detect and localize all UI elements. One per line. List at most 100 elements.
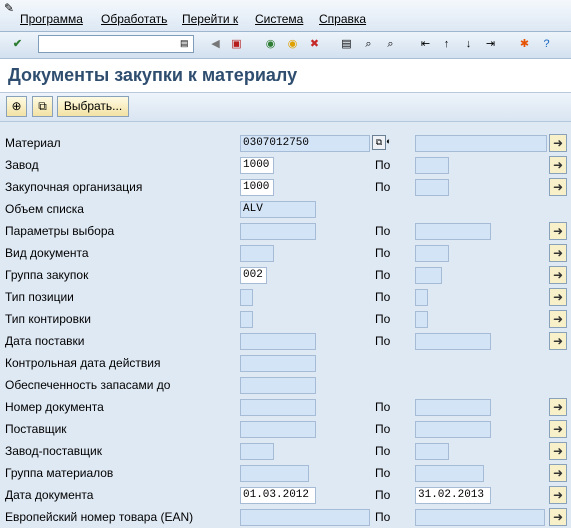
to-label: По (375, 422, 391, 436)
ean-to-input[interactable] (415, 509, 545, 526)
to-label: По (375, 180, 391, 194)
delivery-date-multi-select-arrow-icon[interactable]: ➜ (549, 332, 567, 350)
row-key-date: Контрольная дата действия (0, 352, 571, 374)
material-group-to-input[interactable] (415, 465, 484, 482)
command-field[interactable] (38, 35, 194, 53)
delivery-date-from-input[interactable] (240, 333, 316, 350)
supplying-plant-from-input[interactable] (240, 443, 274, 460)
select-button[interactable]: Выбрать... (57, 96, 129, 117)
item-category-multi-select-arrow-icon[interactable]: ➜ (549, 288, 567, 306)
ean-from-input[interactable] (240, 509, 370, 526)
field-label: Поставщик (5, 422, 67, 436)
field-label: Контрольная дата действия (5, 356, 161, 370)
account-assignment-from-input[interactable] (240, 311, 253, 328)
purch-group-multi-select-arrow-icon[interactable]: ➜ (549, 266, 567, 284)
match-tail-icon: ◐ (386, 136, 392, 146)
print-icon[interactable]: ▤ (338, 36, 355, 53)
purch-org-multi-select-arrow-icon[interactable]: ➜ (549, 178, 567, 196)
doc-type-from-input[interactable] (240, 245, 274, 262)
field-label: Тип позиции (5, 290, 74, 304)
row-delivery-date: Дата поставки По ➜ (0, 330, 571, 352)
ean-multi-select-arrow-icon[interactable]: ➜ (549, 508, 567, 526)
next-page-icon[interactable]: ↓ (460, 36, 477, 53)
account-assignment-multi-select-arrow-icon[interactable]: ➜ (549, 310, 567, 328)
save-icon[interactable]: ▣ (228, 36, 245, 53)
document-number-to-input[interactable] (415, 399, 491, 416)
field-label: Объем списка (5, 202, 84, 216)
document-date-from-input[interactable]: 01.03.2012 (240, 487, 316, 504)
vendor-from-input[interactable] (240, 421, 316, 438)
collapse-icon[interactable]: ◀ (207, 36, 224, 53)
delivery-date-to-input[interactable] (415, 333, 491, 350)
to-label: По (375, 466, 391, 480)
title-bar: Документы закупки к материалу (0, 59, 571, 93)
last-page-icon[interactable]: ⇥ (482, 36, 499, 53)
new-session-icon[interactable]: ✱ (516, 36, 533, 53)
execute-icon[interactable]: ⊕ (6, 96, 27, 117)
menu-goto[interactable]: Перейти к (182, 12, 238, 26)
menu-edit[interactable]: Обработать (101, 12, 167, 26)
field-label: Параметры выбора (5, 224, 115, 238)
document-date-multi-select-arrow-icon[interactable]: ➜ (549, 486, 567, 504)
material-group-from-input[interactable] (240, 465, 309, 482)
page-title: Документы закупки к материалу (8, 65, 298, 85)
purch-group-to-input[interactable] (415, 267, 442, 284)
variant-icon[interactable]: ⧉ (32, 96, 53, 117)
key-date-input[interactable] (240, 355, 316, 372)
coverage-until-input[interactable] (240, 377, 316, 394)
cancel-icon[interactable]: ✖ (306, 36, 323, 53)
selection-params-from-input[interactable] (240, 223, 316, 240)
material-from-input[interactable]: 0307012750 (240, 135, 370, 152)
selection-screen: Материал 0307012750 ⧉ ◐ ➜ Завод 1000 По … (0, 130, 571, 526)
material-multi-select-arrow-icon[interactable]: ➜ (549, 134, 567, 152)
plant-from-input[interactable]: 1000 (240, 157, 274, 174)
item-category-to-input[interactable] (415, 289, 428, 306)
window-menu-icon[interactable]: ✎ (4, 1, 14, 15)
purch-org-from-input[interactable]: 1000 (240, 179, 274, 196)
back-icon[interactable]: ◉ (262, 36, 279, 53)
application-toolbar: ⊕ ⧉ Выбрать... (0, 93, 571, 122)
doc-type-to-input[interactable] (415, 245, 449, 262)
item-category-from-input[interactable] (240, 289, 253, 306)
row-purch-org: Закупочная организация 1000 По ➜ (0, 176, 571, 198)
row-supplying-plant: Завод-поставщик По ➜ (0, 440, 571, 462)
field-label: Дата поставки (5, 334, 85, 348)
command-history-icon[interactable]: ▤ (180, 38, 189, 49)
vendor-to-input[interactable] (415, 421, 491, 438)
document-number-multi-select-arrow-icon[interactable]: ➜ (549, 398, 567, 416)
row-purch-group: Группа закупок 002 По ➜ (0, 264, 571, 286)
multiple-selection-icon[interactable]: ⧉ (372, 135, 386, 150)
material-group-multi-select-arrow-icon[interactable]: ➜ (549, 464, 567, 482)
supplying-plant-multi-select-arrow-icon[interactable]: ➜ (549, 442, 567, 460)
material-to-input[interactable] (415, 135, 547, 152)
find-next-icon[interactable]: ⌕ (382, 36, 399, 53)
prev-page-icon[interactable]: ↑ (438, 36, 455, 53)
purch-group-from-input[interactable]: 002 (240, 267, 267, 284)
list-scope-input[interactable]: ALV (240, 201, 316, 218)
to-label: По (375, 268, 391, 282)
exit-icon[interactable]: ◉ (284, 36, 301, 53)
plant-to-input[interactable] (415, 157, 449, 174)
find-icon[interactable]: ⌕ (360, 36, 377, 53)
menu-program[interactable]: Программа (20, 12, 83, 26)
menu-help[interactable]: Справка (319, 12, 366, 26)
field-label: Закупочная организация (5, 180, 143, 194)
supplying-plant-to-input[interactable] (415, 443, 449, 460)
to-label: По (375, 334, 391, 348)
account-assignment-to-input[interactable] (415, 311, 428, 328)
vendor-multi-select-arrow-icon[interactable]: ➜ (549, 420, 567, 438)
field-label: Группа материалов (5, 466, 114, 480)
help-icon[interactable]: ? (538, 36, 555, 53)
selection-params-multi-select-arrow-icon[interactable]: ➜ (549, 222, 567, 240)
first-page-icon[interactable]: ⇤ (417, 36, 434, 53)
enter-icon[interactable]: ✔ (9, 36, 26, 53)
document-number-from-input[interactable] (240, 399, 316, 416)
row-doc-type: Вид документа По ➜ (0, 242, 571, 264)
purch-org-to-input[interactable] (415, 179, 449, 196)
selection-params-to-input[interactable] (415, 223, 491, 240)
standard-toolbar: ✔ ▤ ◀ ▣ ◉ ◉ ✖ ▤ ⌕ ⌕ ⇤ ↑ ↓ ⇥ ✱ ? (0, 32, 571, 59)
plant-multi-select-arrow-icon[interactable]: ➜ (549, 156, 567, 174)
doc-type-multi-select-arrow-icon[interactable]: ➜ (549, 244, 567, 262)
menu-system[interactable]: Система (255, 12, 303, 26)
document-date-to-input[interactable]: 31.02.2013 (415, 487, 491, 504)
